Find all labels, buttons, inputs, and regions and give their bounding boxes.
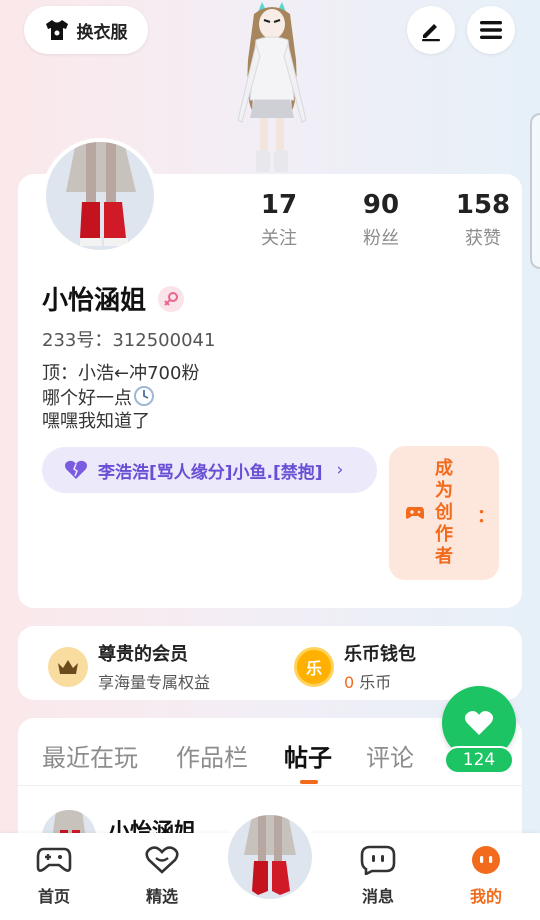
nav-featured[interactable]: 精选: [127, 845, 197, 907]
clock-emoji-icon: [134, 386, 154, 406]
nav-home[interactable]: 首页: [19, 845, 89, 907]
fan-group-label: 李浩浩[骂人缘分]小鱼.[禁抱]: [98, 462, 323, 483]
gamepad-plus-icon: [406, 507, 424, 519]
crown-icon: [48, 646, 88, 687]
wallet-title: 乐币钱包: [344, 644, 416, 665]
broken-heart-icon: [65, 460, 87, 479]
stat-likes[interactable]: 158 获赞: [432, 190, 534, 250]
chat-icon: [360, 845, 396, 877]
edit-button[interactable]: [407, 6, 455, 54]
nav-me-label: 我的: [469, 887, 502, 906]
chevron-right-icon: ›: [336, 460, 344, 480]
stat-likes-count: 158: [455, 190, 511, 220]
vip-subtitle: 享海量专属权益: [98, 673, 211, 692]
stat-fans-count: 90: [362, 190, 400, 220]
become-creator-suffix: ：: [477, 506, 495, 527]
vip-title: 尊贵的会员: [98, 644, 188, 665]
nav-featured-label: 精选: [145, 887, 178, 906]
tshirt-icon: [45, 20, 68, 40]
dress-up-label: 换衣服: [76, 22, 128, 43]
bio-line-1: 顶：小浩←冲700粉: [42, 363, 200, 384]
stat-likes-label: 获赞: [465, 228, 501, 249]
like-count: 124: [444, 746, 514, 774]
nav-messages-label: 消息: [361, 887, 394, 906]
active-tab-indicator: [300, 780, 318, 784]
stat-fans[interactable]: 90 粉丝: [330, 190, 432, 250]
heart-outline-icon: [145, 846, 179, 874]
nav-avatar-center[interactable]: [222, 809, 318, 905]
fan-group-pill[interactable]: 李浩浩[骂人缘分]小鱼.[禁抱] ›: [42, 447, 377, 493]
coin-icon: 乐: [294, 646, 334, 687]
hamburger-icon: [480, 21, 502, 39]
nav-me[interactable]: 我的: [451, 845, 521, 907]
become-creator-button[interactable]: 成为创作者 ：: [389, 446, 499, 580]
wallet-amount: 0: [344, 673, 355, 692]
stat-following[interactable]: 17 关注: [228, 190, 330, 250]
nav-home-label: 首页: [37, 887, 70, 906]
profile-avatar[interactable]: [42, 138, 158, 254]
female-icon: [158, 285, 185, 312]
bottom-nav: 首页 精选 消息 我的: [0, 809, 540, 920]
avatar-character[interactable]: [218, 0, 326, 176]
tab-divider: [18, 785, 522, 786]
name-row: 小怡涵姐: [42, 280, 185, 317]
pencil-icon: [422, 24, 440, 42]
coin-glyph: 乐: [305, 658, 322, 678]
vip-membership-entry[interactable]: 尊贵的会员 享海量专属权益: [48, 640, 210, 693]
stat-fans-label: 粉丝: [363, 228, 399, 249]
stat-following-label: 关注: [261, 228, 297, 249]
face-icon: [472, 846, 500, 874]
stat-following-count: 17: [260, 190, 298, 220]
tab-recent-played[interactable]: 最近在玩: [42, 738, 138, 773]
gamepad-icon: [36, 847, 72, 872]
tab-comments[interactable]: 评论: [366, 738, 414, 773]
dress-up-button[interactable]: 换衣服: [24, 6, 148, 54]
stats-row: 17 关注 90 粉丝 158 获赞: [228, 190, 534, 250]
become-creator-label: 成为创作者: [435, 458, 453, 567]
user-id: 233号：312500041: [42, 330, 216, 351]
tab-posts[interactable]: 帖子: [284, 738, 332, 773]
tab-works[interactable]: 作品栏: [176, 738, 248, 773]
user-name: 小怡涵姐: [42, 286, 147, 316]
wallet-unit: 乐币: [354, 673, 392, 692]
nav-messages[interactable]: 消息: [343, 845, 413, 907]
like-button[interactable]: 124: [442, 686, 516, 774]
wallet-entry[interactable]: 乐 乐币钱包 0 乐币: [294, 640, 416, 693]
user-bio: 顶：小浩←冲700粉 哪个好一点 嘿嘿我知道了: [42, 362, 199, 433]
bio-line-3: 嘿嘿我知道了: [42, 411, 150, 432]
menu-button[interactable]: [467, 6, 515, 54]
bio-line-2: 哪个好一点: [42, 388, 132, 409]
